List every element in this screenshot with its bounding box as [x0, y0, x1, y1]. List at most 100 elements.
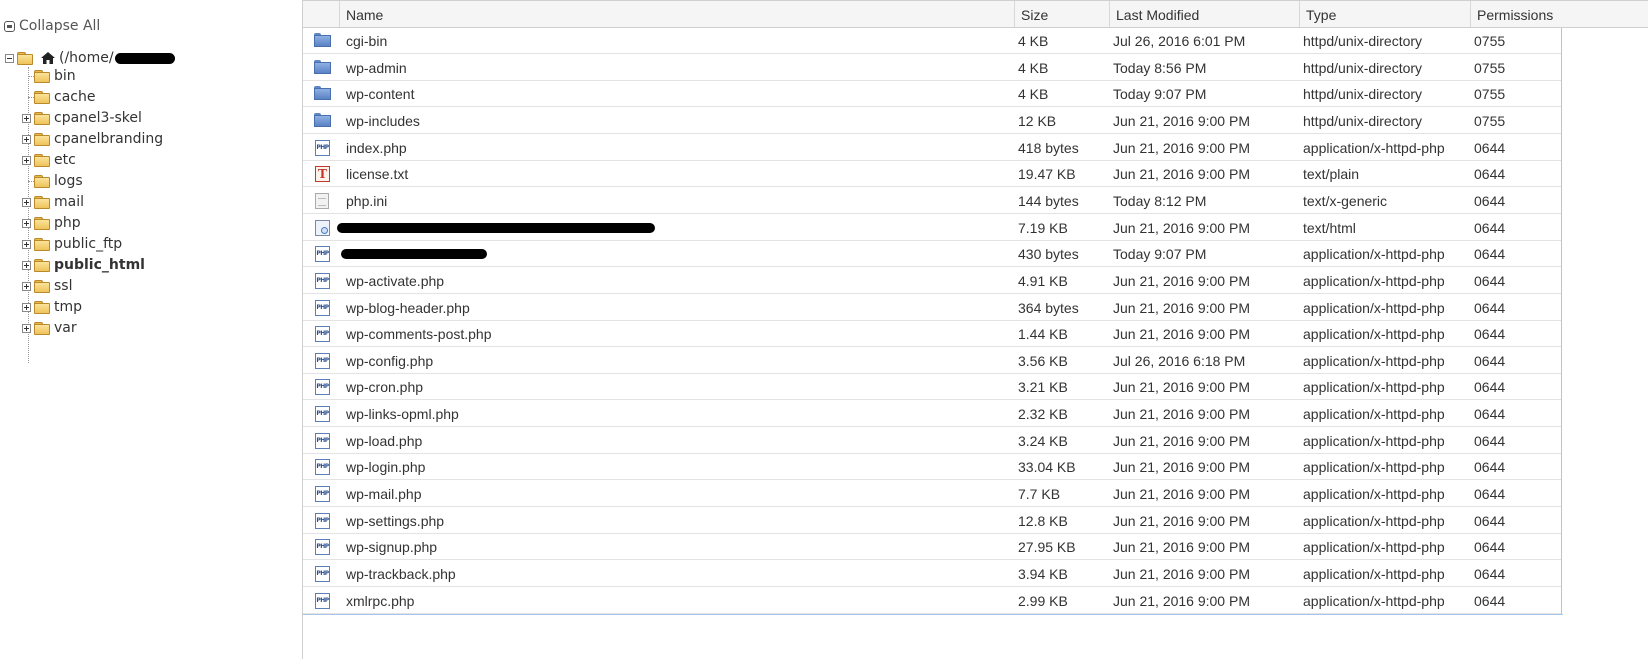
file-type: application/x-httpd-php — [1303, 486, 1445, 503]
file-modified: Jun 21, 2016 9:00 PM — [1113, 112, 1250, 129]
folder-icon — [34, 259, 50, 272]
php-file-icon: PHP — [315, 486, 330, 503]
php-file-icon: PHP — [315, 379, 330, 396]
file-name: wp-config.php — [346, 352, 434, 369]
tree-connector-stub — [22, 177, 34, 186]
php-file-icon: PHP — [315, 512, 330, 529]
expand-icon[interactable] — [22, 134, 31, 144]
tree-item-label: bin — [54, 68, 76, 84]
collapse-toggle-icon[interactable] — [5, 53, 14, 63]
folder-icon — [34, 217, 50, 230]
table-row[interactable]: PHP wp-config.php 3.56 KB Jul 26, 2016 6:18… — [303, 348, 1561, 374]
file-name: xmlrpc.php — [346, 592, 415, 609]
file-permissions: 0644 — [1474, 166, 1506, 183]
expand-icon[interactable] — [22, 260, 31, 270]
file-size: 144 bytes — [1018, 192, 1079, 209]
folder-icon — [34, 238, 50, 251]
file-type: application/x-httpd-php — [1303, 352, 1445, 369]
table-row[interactable]: PHP 430 bytes Today 9:07 PM application/x-h… — [303, 241, 1561, 268]
tree-item-etc[interactable]: etc — [22, 150, 76, 170]
header-size[interactable]: Size — [1014, 1, 1109, 27]
tree-item-var[interactable]: var — [22, 318, 77, 338]
header-icon-column — [303, 1, 339, 27]
table-row[interactable]: PHP wp-settings.php 12.8 KB Jun 21, 2016 9:… — [303, 508, 1561, 534]
table-row[interactable]: PHP wp-signup.php 27.95 KB Jun 21, 2016 9:0… — [303, 534, 1561, 561]
php-file-icon: PHP — [315, 592, 330, 609]
file-modified: Jun 21, 2016 9:00 PM — [1113, 566, 1250, 582]
file-type: application/x-httpd-php — [1303, 406, 1445, 423]
file-modified: Today 8:12 PM — [1113, 192, 1207, 209]
tree-item-logs[interactable]: logs — [22, 171, 83, 191]
tree-item-label: public_ftp — [54, 236, 123, 252]
file-list-table: Name Size Last Modified Type Permissions… — [302, 0, 1648, 659]
table-body: cgi-bin 4 KB Jul 26, 2016 6:01 PM httpd/uni… — [303, 28, 1562, 616]
table-row[interactable]: PHP wp-trackback.php 3.94 KB Jun 21, 2016 9… — [303, 561, 1561, 587]
table-row[interactable]: PHP wp-mail.php 7.7 KB Jun 21, 2016 9:00 PM… — [303, 481, 1561, 508]
header-permissions[interactable]: Permissions — [1470, 1, 1648, 27]
table-row[interactable]: PHP index.php 418 bytes Jun 21, 2016 9:00 P… — [303, 135, 1561, 161]
file-type: application/x-httpd-php — [1303, 566, 1445, 582]
expand-icon[interactable] — [22, 302, 31, 312]
folder-icon — [34, 112, 50, 125]
table-row[interactable]: PHP wp-comments-post.php 1.44 KB Jun 21, 20… — [303, 321, 1561, 348]
file-modified: Today 9:07 PM — [1113, 86, 1207, 103]
header-last-modified[interactable]: Last Modified — [1109, 1, 1299, 27]
redacted-filename — [341, 249, 487, 260]
file-permissions: 0644 — [1474, 459, 1506, 476]
expand-icon[interactable] — [22, 281, 31, 291]
tree-root-home[interactable]: (/home/ — [5, 48, 175, 68]
file-modified: Jun 21, 2016 9:00 PM — [1113, 139, 1250, 156]
tree-item-cpanel3-skel[interactable]: cpanel3-skel — [22, 108, 142, 128]
tree-item-public-html[interactable]: public_html — [22, 255, 145, 275]
redacted-filename — [337, 222, 655, 233]
file-permissions: 0755 — [1474, 112, 1506, 129]
php-file-icon: PHP — [315, 406, 330, 423]
expand-icon[interactable] — [22, 239, 31, 249]
table-row[interactable]: cgi-bin 4 KB Jul 26, 2016 6:01 PM httpd/uni… — [303, 28, 1561, 54]
table-row[interactable]: PHP wp-blog-header.php 364 bytes Jun 21, 20… — [303, 295, 1561, 321]
generic-file-icon — [315, 192, 329, 209]
header-type[interactable]: Type — [1299, 1, 1470, 27]
tree-item-public-ftp[interactable]: public_ftp — [22, 234, 122, 254]
expand-icon[interactable] — [22, 323, 31, 333]
tree-item-label: public_html — [54, 257, 145, 273]
file-permissions: 0644 — [1474, 512, 1506, 529]
tree-item-tmp[interactable]: tmp — [22, 297, 82, 317]
table-row[interactable]: PHP xmlrpc.php 2.99 KB Jun 21, 2016 9:00 PM… — [303, 588, 1561, 614]
expand-icon[interactable] — [22, 218, 31, 228]
table-row[interactable]: php.ini 144 bytes Today 8:12 PM text/x-gene… — [303, 188, 1561, 214]
file-permissions: 0644 — [1474, 139, 1506, 156]
table-row[interactable]: wp-content 4 KB Today 9:07 PM httpd/unix-di… — [303, 81, 1561, 108]
file-size: 7.7 KB — [1018, 486, 1061, 503]
table-row[interactable]: PHP wp-cron.php 3.21 KB Jun 21, 2016 9:00 P… — [303, 374, 1561, 401]
table-row[interactable]: PHP wp-load.php 3.24 KB Jun 21, 2016 9:00 P… — [303, 428, 1561, 454]
file-size: 7.19 KB — [1018, 219, 1068, 236]
tree-root-label: (/home/ — [59, 50, 114, 66]
tree-item-cache[interactable]: cache — [22, 87, 95, 107]
header-name[interactable]: Name — [339, 1, 1014, 27]
tree-item-bin[interactable]: bin — [22, 66, 76, 86]
expand-icon[interactable] — [22, 113, 31, 123]
table-row[interactable]: wp-includes 12 KB Jun 21, 2016 9:00 PM http… — [303, 108, 1561, 134]
tree-item-mail[interactable]: mail — [22, 192, 84, 212]
tree-item-label: etc — [54, 152, 76, 168]
table-row[interactable]: wp-admin 4 KB Today 8:56 PM httpd/unix-dire… — [303, 55, 1561, 81]
table-frame-right — [1561, 28, 1562, 614]
table-row[interactable]: PHP wp-activate.php 4.91 KB Jun 21, 2016 9:… — [303, 268, 1561, 294]
collapse-all-button[interactable]: Collapse All — [4, 17, 100, 35]
file-name: wp-cron.php — [346, 379, 424, 396]
table-row[interactable]: Tlicense.txt 19.47 KB Jun 21, 2016 9:00 PM… — [303, 161, 1561, 188]
file-permissions: 0755 — [1474, 86, 1506, 103]
tree-item-ssl[interactable]: ssl — [22, 276, 72, 296]
file-permissions: 0644 — [1474, 246, 1506, 263]
file-size: 430 bytes — [1018, 246, 1079, 263]
file-name: cgi-bin — [346, 33, 388, 49]
tree-item-cpanelbranding[interactable]: cpanelbranding — [22, 129, 163, 149]
table-row[interactable]: PHP wp-links-opml.php 2.32 KB Jun 21, 2016 … — [303, 401, 1561, 428]
tree-item-php[interactable]: php — [22, 213, 81, 233]
expand-icon[interactable] — [22, 155, 31, 165]
table-row[interactable]: 7.19 KB Jun 21, 2016 9:00 PM text/html 0644 — [303, 215, 1561, 241]
file-modified: Jun 21, 2016 9:00 PM — [1113, 379, 1250, 396]
table-row[interactable]: PHP wp-login.php 33.04 KB Jun 21, 2016 9:00… — [303, 454, 1561, 481]
expand-icon[interactable] — [22, 197, 31, 207]
